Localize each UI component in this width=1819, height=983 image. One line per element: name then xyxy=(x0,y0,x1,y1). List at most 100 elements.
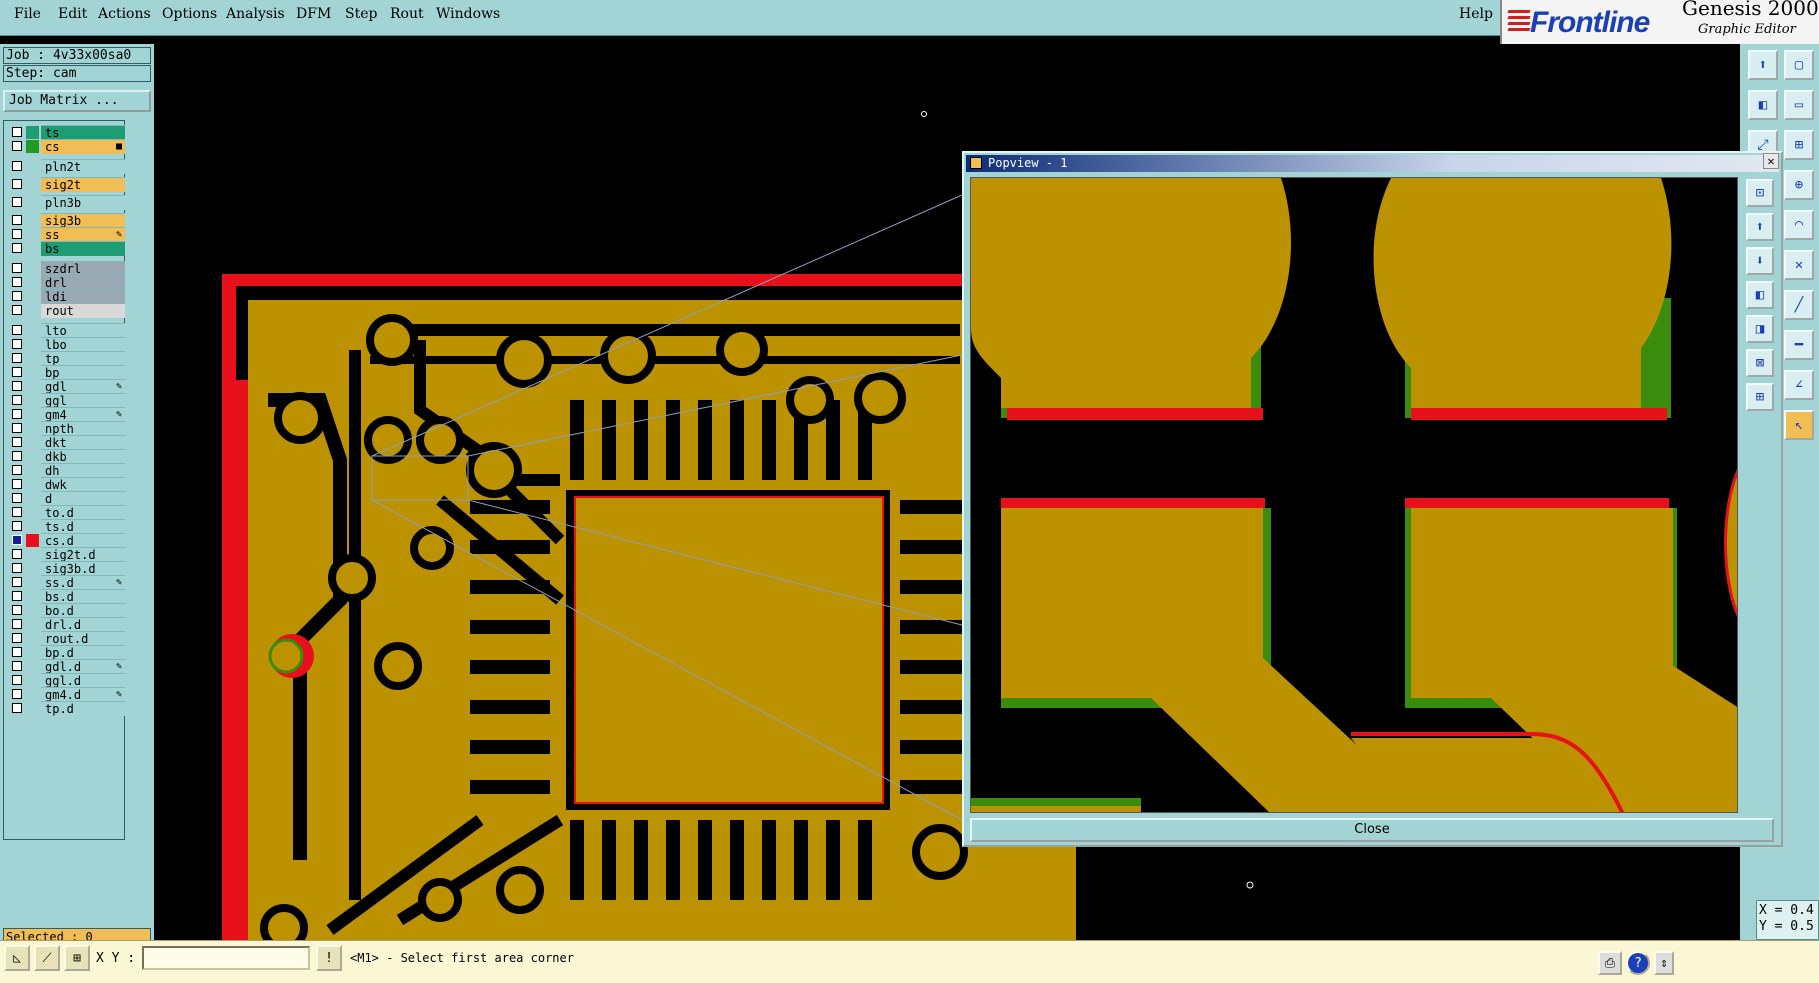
layer-name[interactable]: npth xyxy=(41,421,125,436)
layer-checkbox[interactable] xyxy=(12,507,22,517)
layer-name[interactable]: sig2t.d xyxy=(41,547,125,562)
layer-checkbox[interactable] xyxy=(12,577,22,587)
layer-name[interactable]: tp.d xyxy=(41,701,125,716)
layer-name[interactable]: lbo xyxy=(41,337,125,352)
layer-checkbox[interactable] xyxy=(12,647,22,657)
layer-checkbox[interactable] xyxy=(12,633,22,643)
layer-row[interactable]: cs ■ xyxy=(6,139,125,154)
layer-color-swatch[interactable] xyxy=(26,338,39,351)
layer-row[interactable]: ggl xyxy=(6,393,125,408)
layer-color-swatch[interactable] xyxy=(26,140,39,153)
layer-name[interactable]: cs.d xyxy=(41,533,125,548)
layer-color-swatch[interactable] xyxy=(26,380,39,393)
pan-right-icon[interactable]: ◨ xyxy=(1746,315,1774,343)
layer-color-swatch[interactable] xyxy=(26,688,39,701)
layer-name[interactable]: lto xyxy=(41,323,125,338)
layer-name[interactable]: bs xyxy=(41,241,125,256)
layer-checkbox[interactable] xyxy=(12,161,22,171)
layer-row[interactable]: bs.d xyxy=(6,589,125,604)
layer-checkbox[interactable] xyxy=(12,549,22,559)
zoom-area-icon[interactable]: ⊠ xyxy=(1746,349,1774,377)
layer-row[interactable]: ss.d ✎ xyxy=(6,575,125,590)
layer-color-swatch[interactable] xyxy=(26,702,39,715)
layer-row[interactable]: tp.d xyxy=(6,701,125,716)
layer-checkbox[interactable] xyxy=(12,675,22,685)
layer-row[interactable]: gm4 ✎ xyxy=(6,407,125,422)
zoom-home-icon[interactable]: ⊞ xyxy=(1746,383,1774,411)
layer-color-swatch[interactable] xyxy=(26,352,39,365)
layer-checkbox[interactable] xyxy=(12,141,22,151)
layer-checkbox[interactable] xyxy=(12,437,22,447)
layer-name[interactable]: ss xyxy=(41,227,125,242)
menu-rout[interactable]: Rout xyxy=(390,6,424,22)
layer-checkbox[interactable] xyxy=(12,689,22,699)
layer-name[interactable]: d xyxy=(41,491,125,506)
layer-checkbox[interactable] xyxy=(12,703,22,713)
layer-checkbox[interactable] xyxy=(12,367,22,377)
layer-checkbox[interactable] xyxy=(12,395,22,405)
layer-color-swatch[interactable] xyxy=(26,436,39,449)
layer-row[interactable]: lto xyxy=(6,323,125,338)
menu-icon[interactable]: ⇕ xyxy=(1654,951,1674,975)
layer-checkbox[interactable] xyxy=(12,291,22,301)
layer-name[interactable]: dh xyxy=(41,463,125,478)
layer-name[interactable]: ldi xyxy=(41,289,125,304)
zoom-out-icon[interactable]: ⬇ xyxy=(1746,247,1774,275)
layer-checkbox[interactable] xyxy=(12,451,22,461)
layer-row[interactable]: dkb xyxy=(6,449,125,464)
menu-windows[interactable]: Windows xyxy=(436,6,500,22)
layer-row[interactable]: rout.d xyxy=(6,631,125,646)
layer-color-swatch[interactable] xyxy=(26,290,39,303)
menu-file[interactable]: File xyxy=(14,6,41,22)
select-tool-icon[interactable]: ◺ xyxy=(4,945,30,971)
layer-name[interactable]: drl.d xyxy=(41,617,125,632)
layer-row[interactable]: drl xyxy=(6,275,125,290)
xy-input[interactable] xyxy=(142,946,310,970)
layer-checkbox[interactable] xyxy=(12,197,22,207)
layer-color-swatch[interactable] xyxy=(26,160,39,173)
layer-color-swatch[interactable] xyxy=(26,366,39,379)
layer-color-swatch[interactable] xyxy=(26,196,39,209)
layer-color-swatch[interactable] xyxy=(26,126,39,139)
layer-row[interactable]: pln2t xyxy=(6,159,125,174)
layer-checkbox[interactable] xyxy=(12,263,22,273)
menu-edit[interactable]: Edit xyxy=(58,6,87,22)
layer-row[interactable]: sig2t xyxy=(6,177,125,192)
help-icon[interactable]: ? xyxy=(1626,951,1650,975)
layer-name[interactable]: tp xyxy=(41,351,125,366)
popview-close-button[interactable]: Close xyxy=(970,818,1774,842)
layer-row[interactable]: to.d xyxy=(6,505,125,520)
menu-analysis[interactable]: Analysis xyxy=(226,6,285,22)
menu-dfm[interactable]: DFM xyxy=(296,6,331,22)
layer-name[interactable]: sig2t xyxy=(41,177,125,192)
grid-icon[interactable]: ⊞ xyxy=(1784,130,1814,160)
layer-color-swatch[interactable] xyxy=(26,276,39,289)
layer-checkbox[interactable] xyxy=(12,179,22,189)
layer-color-swatch[interactable] xyxy=(26,478,39,491)
layer-name[interactable]: ggl.d xyxy=(41,673,125,688)
layer-checkbox[interactable] xyxy=(12,423,22,433)
layer-checkbox[interactable] xyxy=(12,325,22,335)
layer-row[interactable]: tp xyxy=(6,351,125,366)
layer-row[interactable]: ts.d xyxy=(6,519,125,534)
layer-color-swatch[interactable] xyxy=(26,660,39,673)
layer-color-swatch[interactable] xyxy=(26,178,39,191)
layer-checkbox[interactable] xyxy=(12,535,22,545)
layer-color-swatch[interactable] xyxy=(26,548,39,561)
layer-color-swatch[interactable] xyxy=(26,408,39,421)
layer-checkbox[interactable] xyxy=(12,215,22,225)
layer-name[interactable]: gm4.d xyxy=(41,687,125,702)
layer-color-swatch[interactable] xyxy=(26,562,39,575)
cross-tool-icon[interactable]: ⟋ xyxy=(34,945,60,971)
layer-color-swatch[interactable] xyxy=(26,324,39,337)
layer-checkbox[interactable] xyxy=(12,243,22,253)
layer-row[interactable]: dkt xyxy=(6,435,125,450)
layer-row[interactable]: npth xyxy=(6,421,125,436)
layer-color-swatch[interactable] xyxy=(26,604,39,617)
layer-color-swatch[interactable] xyxy=(26,576,39,589)
arc-icon[interactable]: ◠ xyxy=(1784,210,1814,240)
layer-name[interactable]: pln3b xyxy=(41,195,125,210)
layer-checkbox[interactable] xyxy=(12,127,22,137)
layer-name[interactable]: pln2t xyxy=(41,159,125,174)
layer-row[interactable]: d xyxy=(6,491,125,506)
